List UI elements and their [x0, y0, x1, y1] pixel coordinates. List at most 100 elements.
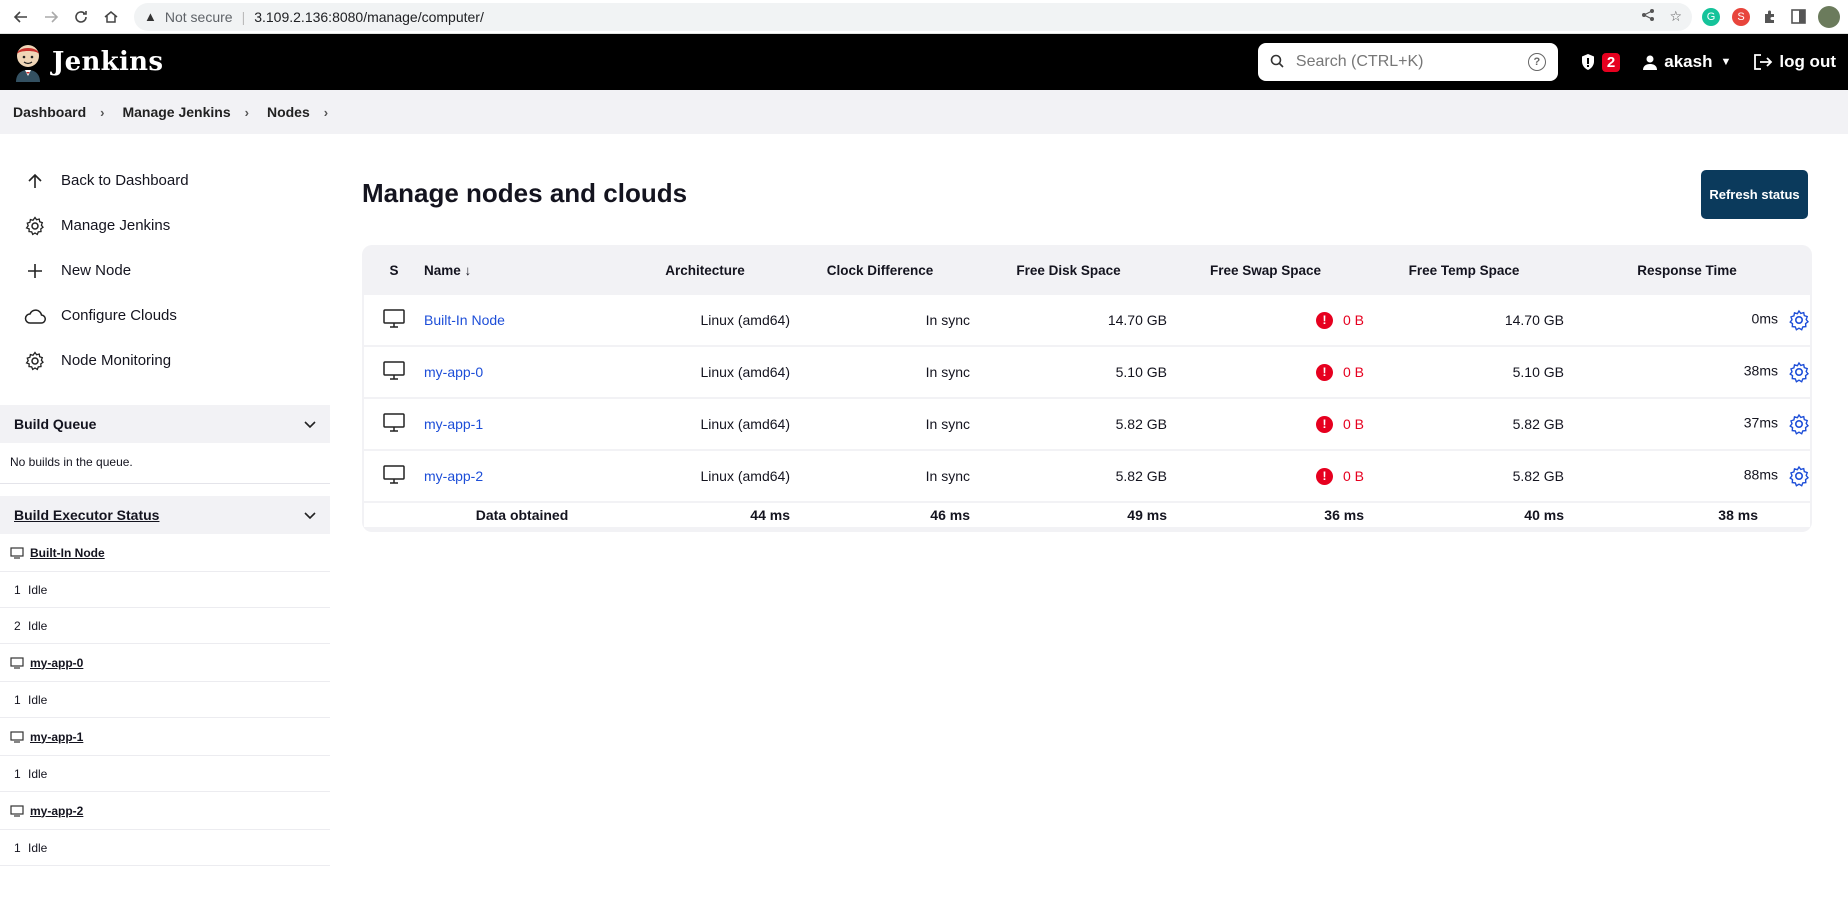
shield-icon — [1581, 54, 1594, 70]
jenkins-logo[interactable]: Jenkins — [12, 42, 163, 82]
free-temp-cell: 14.70 GB — [1364, 295, 1564, 345]
column-header-free-swap[interactable]: Free Swap Space — [1167, 247, 1364, 293]
breadcrumb-chevron-icon: › — [244, 104, 249, 120]
sort-arrow-icon: ↓ — [464, 262, 472, 278]
executor-node-name[interactable]: my-app-1 — [30, 730, 83, 744]
breadcrumb-nodes[interactable]: Nodes — [267, 104, 310, 120]
column-header-name[interactable]: Name ↓ — [424, 247, 620, 293]
help-icon[interactable]: ? — [1527, 53, 1546, 71]
home-icon[interactable] — [98, 4, 124, 30]
executor-status-header[interactable]: Build Executor Status — [0, 496, 330, 534]
node-name-cell: my-app-1 — [424, 399, 620, 449]
column-header-clock-difference[interactable]: Clock Difference — [790, 247, 970, 293]
clock-difference-cell: In sync — [790, 347, 970, 397]
executor-node[interactable]: my-app-1 — [0, 718, 330, 756]
address-bar[interactable]: ▲ Not secure | 3.109.2.136:8080/manage/c… — [134, 2, 1692, 31]
node-link[interactable]: Built-In Node — [424, 312, 505, 328]
sidebar-item-label: New Node — [61, 262, 132, 279]
sidebar-item-manage-jenkins[interactable]: Manage Jenkins — [0, 203, 330, 248]
sidebar-item-new-node[interactable]: New Node — [0, 248, 330, 293]
free-swap-cell: ! 0 B — [1167, 347, 1364, 397]
architecture-cell: Linux (amd64) — [620, 295, 790, 345]
response-time-value: 88ms — [1743, 466, 1778, 483]
jenkins-butler-icon — [16, 45, 40, 82]
free-temp-cell: 5.82 GB — [1364, 399, 1564, 449]
user-menu[interactable]: akash ▼ — [1642, 52, 1731, 72]
refresh-status-button[interactable]: Refresh status — [1701, 170, 1808, 219]
table-row: Built-In Node Linux (amd64) In sync 14.7… — [364, 295, 1810, 345]
back-arrow-icon[interactable] — [8, 4, 34, 30]
executor-node-name[interactable]: my-app-2 — [30, 804, 83, 818]
node-settings-gear-icon[interactable] — [1788, 309, 1810, 331]
clock-difference-cell: In sync — [790, 451, 970, 501]
column-header-label: Name — [424, 262, 461, 278]
column-header-response-time[interactable]: Response Time — [1564, 247, 1810, 293]
sidebar-item-label: Back to Dashboard — [61, 172, 189, 189]
node-link[interactable]: my-app-0 — [424, 364, 483, 380]
share-icon[interactable] — [1641, 8, 1655, 25]
side-panel-icon[interactable] — [1790, 9, 1806, 25]
puzzle-extensions-icon[interactable] — [1762, 9, 1778, 25]
free-swap-value: 0 B — [1342, 364, 1364, 381]
clock-difference-cell: In sync — [790, 399, 970, 449]
executor-node-name[interactable]: my-app-0 — [30, 656, 83, 670]
executor-node[interactable]: my-app-2 — [0, 792, 330, 830]
search-input[interactable] — [1295, 53, 1528, 71]
chevron-down-icon[interactable] — [304, 416, 316, 432]
security-alerts-button[interactable]: 2 — [1580, 52, 1621, 72]
search-box[interactable]: ? — [1257, 43, 1558, 81]
executor-state: Idle — [28, 618, 48, 633]
executor-node[interactable]: my-app-0 — [0, 644, 330, 682]
column-header-status[interactable]: S — [364, 247, 424, 293]
executor-status-title[interactable]: Build Executor Status — [14, 507, 159, 523]
node-settings-gear-icon[interactable] — [1788, 413, 1810, 435]
executor-row: 2 Idle — [0, 608, 330, 644]
build-queue-empty: No builds in the queue. — [0, 443, 330, 484]
logout-button[interactable]: log out — [1753, 52, 1836, 72]
executor-state: Idle — [28, 582, 48, 597]
breadcrumb-dashboard[interactable]: Dashboard — [13, 104, 86, 120]
free-temp-cell: 5.10 GB — [1364, 347, 1564, 397]
sidebar-item-label: Node Monitoring — [61, 352, 172, 369]
free-swap-value: 0 B — [1342, 416, 1364, 433]
error-icon: ! — [1315, 467, 1333, 485]
node-name-cell: my-app-2 — [424, 451, 620, 501]
divider: | — [241, 8, 246, 25]
breadcrumb-chevron-icon[interactable]: › — [324, 105, 328, 120]
executor-node-name[interactable]: Built-In Node — [30, 546, 105, 560]
node-name-cell: my-app-0 — [424, 347, 620, 397]
data-obtained-temp: 40 ms — [1364, 503, 1564, 527]
grammarly-extension-icon[interactable]: G — [1702, 7, 1720, 26]
column-header-architecture[interactable]: Architecture — [620, 247, 790, 293]
response-time-cell: 37ms — [1564, 399, 1810, 449]
sidebar-item-configure-clouds[interactable]: Configure Clouds — [0, 293, 330, 338]
table-row: my-app-2 Linux (amd64) In sync 5.82 GB !… — [364, 451, 1810, 501]
node-link[interactable]: my-app-1 — [424, 416, 483, 432]
chevron-down-icon[interactable] — [304, 507, 316, 523]
reload-icon[interactable] — [68, 4, 94, 30]
chevron-down-icon: ▼ — [1720, 56, 1732, 68]
node-status-cell — [364, 295, 424, 345]
node-settings-gear-icon[interactable] — [1788, 361, 1810, 383]
data-obtained-swap: 36 ms — [1167, 503, 1364, 527]
sidebar-item-back-to-dashboard[interactable]: Back to Dashboard — [0, 158, 330, 203]
sidebar-item-node-monitoring[interactable]: Node Monitoring — [0, 338, 330, 383]
executor-node[interactable]: Built-In Node — [0, 534, 330, 572]
architecture-cell: Linux (amd64) — [620, 347, 790, 397]
jenkins-header: Jenkins ? 2 akash ▼ log out — [0, 34, 1848, 90]
column-header-free-disk[interactable]: Free Disk Space — [970, 247, 1167, 293]
forward-arrow-icon[interactable] — [38, 4, 64, 30]
column-header-free-temp[interactable]: Free Temp Space — [1364, 247, 1564, 293]
breadcrumb-manage-jenkins[interactable]: Manage Jenkins — [122, 104, 230, 120]
url-text[interactable]: 3.109.2.136:8080/manage/computer/ — [254, 9, 484, 25]
build-queue-header[interactable]: Build Queue — [0, 405, 330, 443]
logout-icon — [1754, 54, 1773, 70]
sidebar-item-label: Manage Jenkins — [61, 217, 171, 234]
node-settings-gear-icon[interactable] — [1788, 465, 1810, 487]
breadcrumb-chevron-icon: › — [100, 104, 105, 120]
profile-avatar[interactable] — [1818, 5, 1840, 28]
extension-icon[interactable]: S — [1732, 7, 1750, 26]
data-obtained-arch: 44 ms — [620, 503, 790, 527]
node-link[interactable]: my-app-2 — [424, 468, 483, 484]
bookmark-star-icon[interactable]: ☆ — [1669, 8, 1682, 25]
